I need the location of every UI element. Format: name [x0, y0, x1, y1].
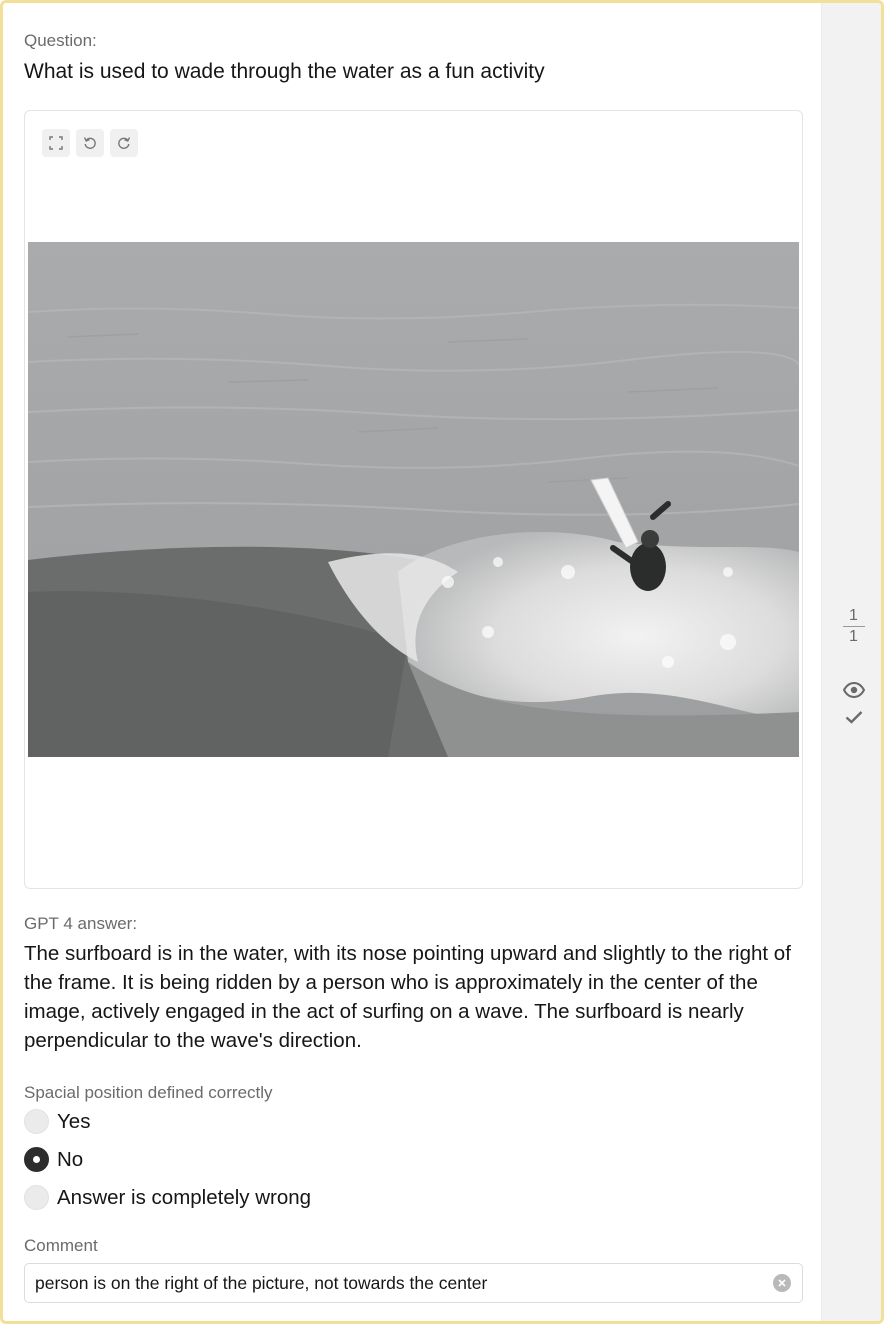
- page-current: 1: [849, 607, 858, 624]
- fit-screen-icon: [49, 136, 63, 150]
- rotate-right-button[interactable]: [110, 129, 138, 157]
- page-counter: 1 1: [822, 606, 881, 647]
- clear-comment-button[interactable]: [773, 1274, 791, 1292]
- eye-icon: [843, 682, 865, 698]
- question-text: What is used to wade through the water a…: [24, 60, 545, 83]
- fit-screen-button[interactable]: [42, 129, 70, 157]
- option-completely-wrong[interactable]: Answer is completely wrong: [24, 1185, 311, 1210]
- right-rail: 1 1: [821, 3, 881, 1321]
- answer-label: GPT 4 answer:: [24, 914, 138, 933]
- comment-input[interactable]: [24, 1263, 803, 1303]
- image-toolbar: [42, 129, 138, 157]
- rotate-left-icon: [83, 137, 96, 149]
- answer-text: The surfboard is in the water, with its …: [24, 942, 791, 1052]
- spatial-question-label: Spacial position defined correctly: [24, 1083, 273, 1102]
- radio-no[interactable]: [24, 1147, 49, 1172]
- rotate-left-button[interactable]: [76, 129, 104, 157]
- rotate-right-icon: [118, 137, 131, 149]
- image-viewer: [24, 110, 803, 889]
- preview-button[interactable]: [842, 678, 866, 702]
- task-card: Question: What is used to wade through t…: [0, 0, 884, 1324]
- approve-button[interactable]: [842, 705, 866, 729]
- check-icon: [845, 711, 863, 724]
- comment-label: Comment: [24, 1236, 98, 1255]
- page-total: 1: [849, 628, 858, 645]
- option-no[interactable]: No: [24, 1147, 83, 1172]
- task-content: Question: What is used to wade through t…: [3, 3, 821, 1321]
- option-yes[interactable]: Yes: [24, 1109, 90, 1134]
- question-label: Question:: [24, 31, 97, 50]
- radio-completely-wrong[interactable]: [24, 1185, 49, 1210]
- surfer-photo: [28, 242, 799, 757]
- close-icon: [778, 1279, 786, 1287]
- radio-yes[interactable]: [24, 1109, 49, 1134]
- option-yes-label: Yes: [57, 1109, 91, 1133]
- option-no-label: No: [57, 1147, 84, 1171]
- option-completely-wrong-label: Answer is completely wrong: [57, 1185, 312, 1209]
